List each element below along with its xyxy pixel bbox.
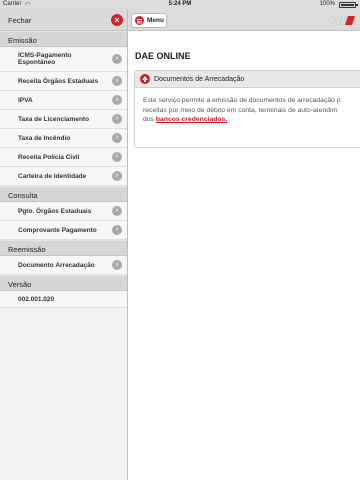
panel-body: Este serviço permite a emissão de docume…	[135, 88, 360, 125]
sidebar-item-receita-policia[interactable]: Receita Polícia Civil ›	[0, 148, 127, 167]
section-consulta: Consulta	[0, 186, 127, 202]
sidebar-item-label: Taxa de Incêndio	[18, 134, 71, 142]
status-bar: Carrier ◠ 5:24 PM 100%	[0, 0, 360, 10]
sidebar-item-label: Taxa de Licenciamento	[18, 115, 90, 123]
main-content: Menu SEF DAE ONLINE Documentos de Arreca…	[128, 10, 360, 480]
sidebar-item-comprovante[interactable]: Comprovante Pagamento ›	[0, 221, 127, 240]
sidebar-item-pgto-orgaos[interactable]: Pgto. Órgãos Estaduais ›	[0, 202, 127, 221]
section-emissao: Emissão	[0, 31, 127, 47]
sidebar-item-receita-orgaos[interactable]: Receita Órgãos Estaduais ›	[0, 72, 127, 91]
body-line-2: receitas por meio de débito em conta, te…	[143, 106, 338, 114]
battery-icon	[339, 2, 358, 8]
section-versao: Versão	[0, 275, 127, 291]
body-line-1: Este serviço permite a emissão de docume…	[143, 97, 341, 104]
sidebar-item-label: ICMS-Pagamento Espontâneo	[18, 52, 72, 66]
menu-icon	[135, 16, 144, 25]
sidebar-item-taxa-licenciamento[interactable]: Taxa de Licenciamento ›	[0, 110, 127, 129]
sidebar-item-label: Documento Arrecadação	[18, 261, 95, 269]
menu-button-label: Menu	[147, 17, 164, 24]
sidebar-item-taxa-incendio[interactable]: Taxa de Incêndio ›	[0, 129, 127, 148]
battery-percent: 100%	[319, 1, 335, 7]
chevron-right-icon: ›	[112, 152, 122, 162]
menu-button[interactable]: Menu	[131, 13, 167, 28]
chevron-right-icon: ›	[112, 225, 122, 235]
top-bar: Menu SEF	[128, 10, 360, 31]
chevron-right-icon: ›	[112, 76, 122, 86]
close-icon[interactable]: ×	[111, 14, 123, 26]
body-prefix: dos	[143, 116, 156, 123]
sidebar-item-label: Carteira de Identidade	[18, 172, 87, 180]
panel-title: Documentos de Arrecadação	[154, 75, 245, 83]
panel-header[interactable]: Documentos de Arrecadação	[135, 71, 360, 88]
version-value: 002.001.020	[0, 291, 127, 308]
chevron-right-icon: ›	[112, 54, 122, 64]
body-line-3: dos bancos credenciados.	[143, 115, 360, 125]
sidebar-item-label: Pgto. Órgãos Estaduais	[18, 207, 92, 215]
sidebar-item-icms-pagamento[interactable]: ICMS-Pagamento Espontâneo ›	[0, 47, 127, 72]
section-reemissao: Reemissão	[0, 240, 127, 256]
sidebar-item-label: Receita Órgãos Estaduais	[18, 77, 99, 85]
sidebar: Fechar × Emissão ICMS-Pagamento Espontân…	[0, 10, 128, 480]
chevron-right-icon: ›	[112, 171, 122, 181]
bancos-credenciados-link[interactable]: bancos credenciados.	[156, 116, 227, 123]
sidebar-item-ipva[interactable]: IPVA ›	[0, 91, 127, 110]
chevron-right-icon: ›	[112, 95, 122, 105]
arrow-up-icon	[140, 74, 150, 84]
sidebar-item-carteira-identidade[interactable]: Carteira de Identidade ›	[0, 167, 127, 186]
chevron-right-icon: ›	[112, 114, 122, 124]
logo-text: SEF	[331, 17, 348, 26]
sidebar-header: Fechar ×	[0, 10, 127, 31]
close-label[interactable]: Fechar	[8, 16, 31, 25]
info-panel: Documentos de Arrecadação Este serviço p…	[134, 70, 360, 148]
sidebar-item-label: IPVA	[18, 96, 33, 104]
status-time: 5:24 PM	[168, 1, 192, 7]
page-title: DAE ONLINE	[135, 51, 191, 61]
sidebar-item-label: Receita Polícia Civil	[18, 153, 80, 161]
chevron-right-icon: ›	[112, 206, 122, 216]
sidebar-item-label: Comprovante Pagamento	[18, 226, 97, 234]
chevron-right-icon: ›	[112, 260, 122, 270]
sidebar-item-documento-arrecadacao[interactable]: Documento Arrecadação ›	[0, 256, 127, 275]
chevron-right-icon: ›	[112, 133, 122, 143]
sef-logo: SEF	[331, 16, 355, 26]
